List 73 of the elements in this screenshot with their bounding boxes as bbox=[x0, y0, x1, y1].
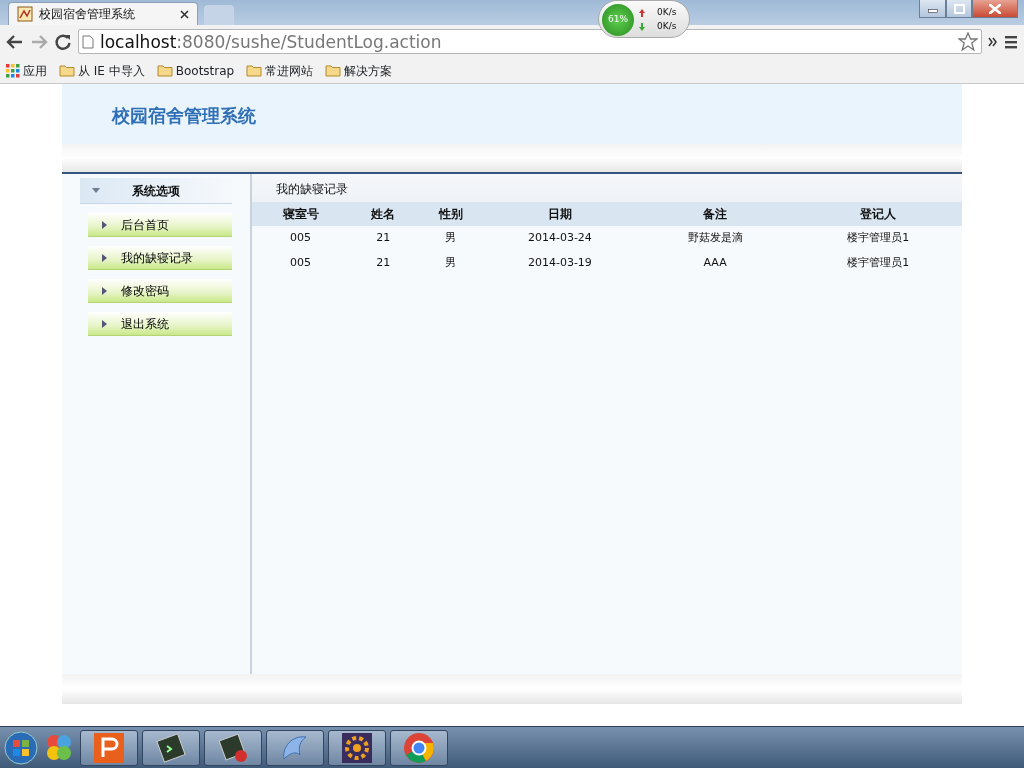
bookmark[interactable]: Bootstrap bbox=[156, 61, 235, 80]
table-cell: 2014-03-24 bbox=[484, 226, 636, 251]
close-icon[interactable] bbox=[180, 9, 189, 19]
caret-right-icon bbox=[102, 319, 107, 328]
table-cell-text: 2014-03-19 bbox=[526, 255, 593, 272]
sidebar-item[interactable]: 修改密码 bbox=[88, 279, 232, 303]
terminal-record-icon bbox=[216, 731, 250, 765]
sidebar-item[interactable]: 后台首页 bbox=[88, 213, 232, 237]
maximize-button[interactable] bbox=[946, 0, 972, 18]
column-header: 日期 bbox=[484, 202, 636, 226]
table-cell-text: 005 bbox=[289, 255, 313, 272]
browser-tab[interactable]: 校园宿舍管理系统 bbox=[8, 2, 198, 25]
bookmark[interactable]: 应用 bbox=[6, 61, 47, 80]
table-cell: 21 bbox=[349, 226, 418, 251]
maximize-icon bbox=[953, 3, 965, 14]
app-title: 校园宿舍管理系统 bbox=[112, 105, 256, 126]
start-button[interactable] bbox=[4, 731, 38, 765]
table-cell-text: 男 bbox=[444, 255, 458, 272]
reload-icon[interactable] bbox=[54, 32, 72, 51]
tab-title: 校园宿舍管理系统 bbox=[39, 6, 136, 23]
url-text: localhost:8080/sushe/StudentLog.action bbox=[100, 30, 442, 53]
down-arrow-icon bbox=[639, 22, 645, 31]
apps-icon bbox=[6, 63, 20, 78]
minimize-button[interactable] bbox=[919, 0, 946, 18]
column-header: 性别 bbox=[417, 202, 485, 226]
table-cell: 野菇发是滴 bbox=[635, 226, 795, 251]
caret-right-icon bbox=[102, 286, 107, 295]
caret-down-icon bbox=[92, 188, 100, 193]
up-arrow-icon bbox=[639, 8, 645, 17]
heading-text: 系统选项 bbox=[132, 182, 180, 200]
bookmark[interactable]: 常进网站 bbox=[246, 61, 314, 80]
menu-icon[interactable] bbox=[1004, 34, 1018, 49]
table-cell: 男 bbox=[417, 226, 485, 251]
column-header: 姓名 bbox=[349, 202, 418, 226]
content-title: 我的缺寝记录 bbox=[276, 182, 348, 196]
close-button[interactable] bbox=[972, 0, 1018, 18]
taskbar-button[interactable] bbox=[328, 730, 386, 766]
sidebar-item[interactable]: 退出系统 bbox=[88, 312, 232, 336]
chrome-icon bbox=[402, 731, 436, 765]
close-icon bbox=[989, 3, 1001, 14]
percent-gauge: 61% bbox=[602, 4, 634, 36]
star-icon[interactable] bbox=[958, 32, 978, 51]
folder-icon bbox=[325, 64, 342, 77]
column-header: 登记人 bbox=[794, 202, 962, 226]
folder-icon bbox=[246, 64, 263, 77]
column-header: 备注 bbox=[635, 202, 795, 226]
caret-right-icon bbox=[102, 253, 107, 262]
folder-icon bbox=[59, 64, 75, 77]
caret-right-icon bbox=[102, 220, 107, 229]
page-icon bbox=[17, 6, 33, 22]
taskbar-button[interactable] bbox=[142, 730, 200, 766]
upload-speed: 0K/s bbox=[657, 6, 677, 19]
bookmark[interactable]: 从 IE 中导入 bbox=[59, 61, 145, 80]
column-header: 寝室号 bbox=[252, 202, 350, 226]
folder-icon bbox=[156, 64, 173, 77]
address-field[interactable]: localhost:8080/sushe/StudentLog.action bbox=[78, 29, 982, 54]
gear-icon bbox=[340, 731, 374, 765]
minimize-icon bbox=[927, 9, 938, 13]
taskbar-button[interactable] bbox=[266, 730, 324, 766]
page-icon bbox=[82, 34, 94, 49]
back-icon[interactable] bbox=[6, 33, 24, 50]
table-cell: 楼宇管理员1 bbox=[794, 226, 962, 251]
taskbar-button[interactable] bbox=[204, 730, 262, 766]
bookmark[interactable]: 解决方案 bbox=[325, 61, 393, 80]
table-cell-text: 21 bbox=[375, 255, 392, 272]
table-cell-text: 楼宇管理员1 bbox=[846, 255, 911, 272]
taskbar-button[interactable] bbox=[80, 730, 138, 766]
chevron-icon[interactable] bbox=[988, 36, 998, 47]
taskbar-button[interactable] bbox=[390, 730, 448, 766]
sidebar-item[interactable]: 我的缺寝记录 bbox=[88, 246, 232, 270]
presentation-icon bbox=[92, 731, 126, 765]
table-cell-text: AAA bbox=[702, 255, 728, 272]
table-cell: 005 bbox=[252, 226, 350, 251]
